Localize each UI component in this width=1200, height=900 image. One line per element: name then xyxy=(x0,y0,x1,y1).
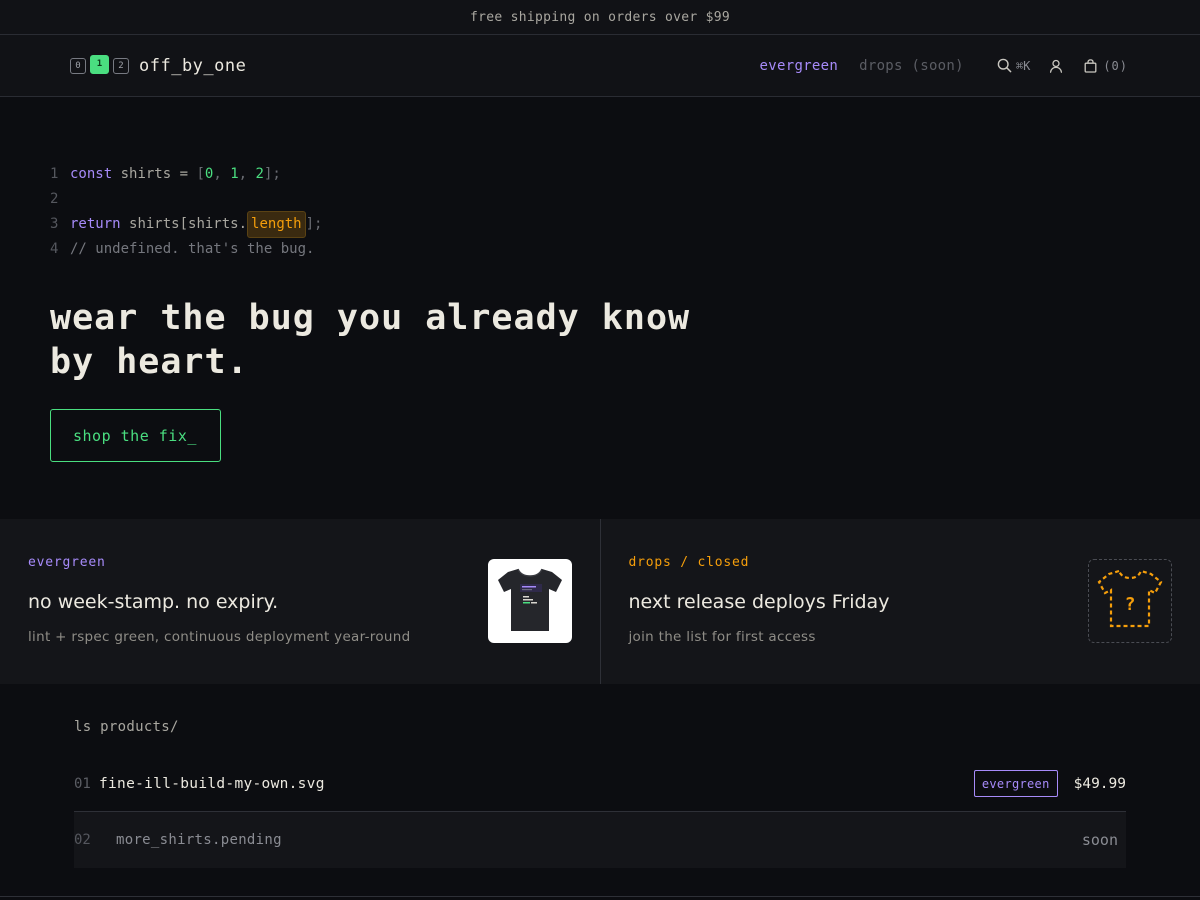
feature-card-drops[interactable]: drops / closed next release deploys Frid… xyxy=(599,519,1200,684)
feature-card-evergreen[interactable]: evergreen no week-stamp. no expiry. lint… xyxy=(0,519,600,684)
code-keyword: return xyxy=(70,216,121,232)
user-icon xyxy=(1049,59,1063,73)
line-number: 2 xyxy=(50,191,59,207)
code-comment: // undefined. that's the bug. xyxy=(70,241,315,257)
product-row[interactable]: 01 fine-ill-build-my-own.svg evergreen $… xyxy=(74,756,1126,812)
brand-name: off_by_one xyxy=(139,55,247,76)
nav-link-evergreen[interactable]: evergreen xyxy=(760,58,839,74)
upcoming-drop-thumbnail: ? xyxy=(1088,559,1172,643)
product-badge: evergreen xyxy=(973,770,1058,797)
product-name: more_shirts.pending xyxy=(116,832,282,848)
code-expression: shirts[shirts. xyxy=(129,216,248,232)
code-snippet: 1 const shirts = [0, 1, 2]; 2 3 return s… xyxy=(50,162,1150,262)
line-number: 1 xyxy=(50,166,59,182)
cart-button[interactable]: (0) xyxy=(1084,59,1128,73)
product-name[interactable]: fine-ill-build-my-own.svg xyxy=(99,776,325,792)
cart-count: (0) xyxy=(1103,58,1128,73)
tshirt-icon xyxy=(494,563,566,639)
code-bracket: [ xyxy=(196,166,205,182)
code-number: 0 xyxy=(204,166,214,182)
shop-the-fix-button[interactable]: shop the fix_ xyxy=(50,409,221,462)
account-button[interactable] xyxy=(1049,59,1063,73)
code-line: 3 return shirts[shirts. length]; xyxy=(50,211,1150,238)
divider xyxy=(0,896,1200,897)
line-number: 4 xyxy=(50,241,59,257)
code-bracket-close: ]; xyxy=(263,166,281,182)
product-index: 02 xyxy=(74,832,91,848)
code-operator: = xyxy=(171,166,197,182)
code-line: 4 // undefined. that's the bug. xyxy=(50,237,1150,262)
hero-headline: wear the bug you already know by heart. xyxy=(50,298,691,382)
bag-icon xyxy=(1084,58,1097,73)
code-line: 2 xyxy=(50,187,1150,212)
product-row-pending: 02 more_shirts.pending soon xyxy=(74,812,1126,868)
announcement-text: free shipping on orders over $99 xyxy=(469,9,731,25)
product-index: 01 xyxy=(74,775,91,792)
code-comma: , xyxy=(213,166,231,182)
svg-text:?: ? xyxy=(1125,594,1136,615)
code-bracket-close: ]; xyxy=(305,216,323,232)
line-number: 3 xyxy=(50,216,59,232)
logo-digit-0: 0 xyxy=(70,57,86,74)
announcement-bar: free shipping on orders over $99 xyxy=(0,0,1200,35)
product-list-heading: ls products/ xyxy=(74,719,179,735)
product-status: soon xyxy=(1081,831,1118,849)
product-price: $49.99 xyxy=(1073,775,1126,792)
feature-cards: evergreen no week-stamp. no expiry. lint… xyxy=(0,519,1200,684)
code-comma: , xyxy=(238,166,256,182)
code-highlight: length xyxy=(247,211,306,238)
logo-digit-1: 1 xyxy=(90,54,109,74)
logo-digit-2: 2 xyxy=(113,57,129,74)
search-shortcut: ⌘K xyxy=(1015,58,1031,73)
code-line: 1 const shirts = [0, 1, 2]; xyxy=(50,162,1150,187)
tshirt-placeholder-icon: ? xyxy=(1097,568,1163,634)
product-list: ls products/ 01 fine-ill-build-my-own.sv… xyxy=(74,716,1126,868)
code-identifier: shirts xyxy=(120,166,172,182)
main-nav: evergreen drops (soon) ⌘K (0) xyxy=(739,58,1128,74)
nav-link-drops: drops (soon) xyxy=(859,57,964,74)
code-keyword: const xyxy=(70,166,113,182)
code-number: 2 xyxy=(255,166,264,182)
site-header: 0 1 2 off_by_one evergreen drops (soon) … xyxy=(0,35,1200,97)
search-button[interactable]: ⌘K xyxy=(997,58,1030,73)
hero: 1 const shirts = [0, 1, 2]; 2 3 return s… xyxy=(50,162,1150,462)
search-icon xyxy=(997,58,1012,73)
logo[interactable]: 0 1 2 off_by_one xyxy=(70,54,247,76)
code-number: 1 xyxy=(230,166,239,182)
product-thumbnail xyxy=(487,559,572,643)
